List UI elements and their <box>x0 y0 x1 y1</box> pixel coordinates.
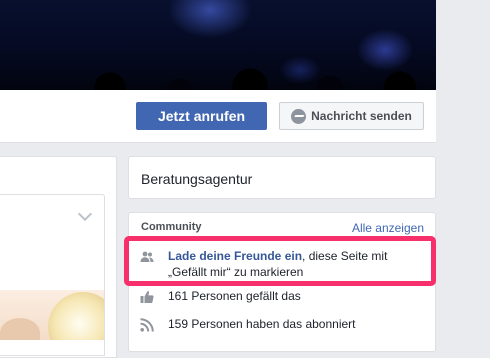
thumbs-up-icon <box>140 291 154 303</box>
page-category: Beratungsagentur <box>141 171 253 187</box>
highlight-annotation <box>124 236 436 286</box>
cover-crowd-silhouette <box>0 48 436 90</box>
call-now-label: Jetzt anrufen <box>157 108 246 124</box>
likes-count-text: 161 Personen gefällt das <box>168 289 301 303</box>
photo-face-shape <box>0 318 40 340</box>
rss-icon <box>140 318 154 332</box>
follows-row: 159 Personen haben das abonniert <box>140 316 430 332</box>
category-card: Beratungsagentur <box>128 156 436 199</box>
call-now-button[interactable]: Jetzt anrufen <box>136 102 267 130</box>
community-title: Community <box>141 221 202 233</box>
messenger-icon <box>291 108 307 124</box>
send-message-label: Nachricht senden <box>311 109 412 123</box>
photo-hair-shape <box>48 292 104 340</box>
followers-count-text: 159 Personen haben das abonniert <box>168 317 356 331</box>
likes-row: 161 Personen gefällt das <box>140 288 430 304</box>
page-action-bar: Jetzt anrufen Nachricht senden <box>0 90 436 143</box>
send-message-button[interactable]: Nachricht senden <box>279 102 424 130</box>
post-photo[interactable] <box>0 290 104 340</box>
see-all-link[interactable]: Alle anzeigen <box>352 221 424 235</box>
cover-photo <box>0 0 436 90</box>
